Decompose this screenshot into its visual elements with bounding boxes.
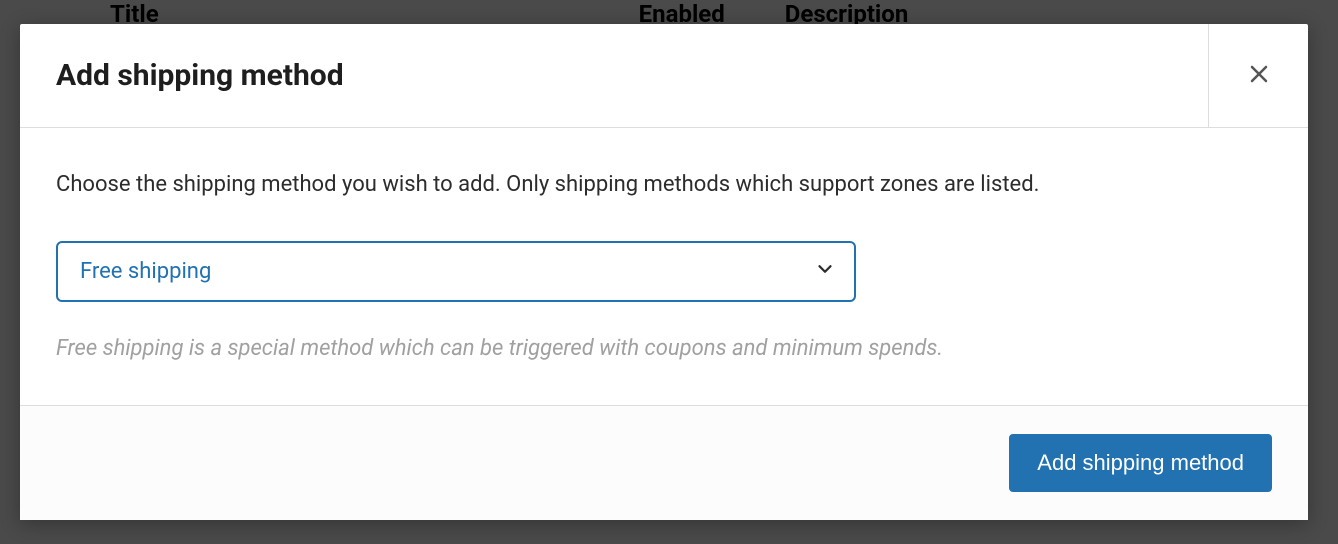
chevron-down-icon bbox=[814, 258, 836, 286]
select-selected-value: Free shipping bbox=[80, 259, 211, 284]
add-shipping-method-modal: Add shipping method Choose the shipping … bbox=[20, 24, 1308, 520]
modal-title: Add shipping method bbox=[20, 24, 380, 127]
instruction-text: Choose the shipping method you wish to a… bbox=[56, 168, 1272, 201]
helper-text: Free shipping is a special method which … bbox=[56, 332, 1272, 365]
close-icon bbox=[1247, 62, 1271, 90]
shipping-method-select-wrapper: Free shipping bbox=[56, 241, 856, 302]
add-shipping-method-button[interactable]: Add shipping method bbox=[1009, 434, 1272, 492]
modal-body: Choose the shipping method you wish to a… bbox=[20, 128, 1308, 405]
modal-footer: Add shipping method bbox=[20, 405, 1308, 520]
shipping-method-select[interactable]: Free shipping bbox=[56, 241, 856, 302]
close-button[interactable] bbox=[1208, 24, 1308, 127]
modal-header: Add shipping method bbox=[20, 24, 1308, 128]
